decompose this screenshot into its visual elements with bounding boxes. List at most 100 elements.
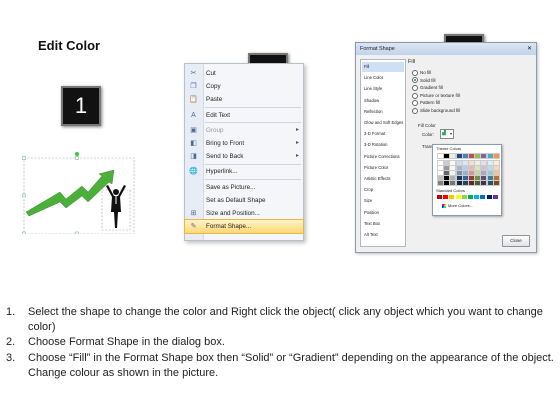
category-alt-text[interactable]: Alt Text xyxy=(364,230,404,240)
edit-text-icon: A xyxy=(191,111,196,119)
menu-item-group[interactable]: ▣ Group ▸ xyxy=(185,124,303,137)
menu-item-label: Copy xyxy=(206,83,221,91)
menu-item-format-shape[interactable]: ✎ Format Shape... xyxy=(184,219,304,235)
context-menu: ✂ Cut ❐ Copy 📋 Paste A Edit Text ▣ Group ▸ ◧ Bring t… xyxy=(184,63,304,241)
step-number: 1. xyxy=(6,306,16,318)
fill-option-no-fill[interactable]: No fill xyxy=(412,69,431,76)
submenu-arrow-icon: ▸ xyxy=(295,126,299,133)
more-colors-option[interactable]: More Colors... xyxy=(442,203,473,209)
standard-color-swatch[interactable] xyxy=(474,195,480,199)
standard-color-swatch[interactable] xyxy=(480,195,486,199)
menu-item-label: Edit Text xyxy=(206,111,231,119)
radio-button[interactable] xyxy=(412,100,418,107)
category-fill[interactable]: Fill xyxy=(362,62,404,72)
menu-item-label: Send to Back xyxy=(206,153,244,161)
instruction-step: 3. Choose “Fill” in the Format Shape box … xyxy=(6,351,556,381)
menu-item-size-and-position[interactable]: ⊞ Size and Position... xyxy=(185,207,303,220)
category-3-d-format[interactable]: 3-D Format xyxy=(364,129,404,139)
menu-item-edit-text[interactable]: A Edit Text xyxy=(185,109,303,122)
category-line-style[interactable]: Line Style xyxy=(364,84,404,94)
category-position[interactable]: Position xyxy=(364,208,404,218)
dialog-title: Format Shape xyxy=(360,46,395,52)
standard-color-swatch[interactable] xyxy=(492,195,498,199)
step-number: 2. xyxy=(6,336,16,349)
theme-color-swatch[interactable] xyxy=(492,180,500,186)
close-icon[interactable]: ✕ xyxy=(527,43,532,55)
fill-option-label: Solid fill xyxy=(420,77,436,83)
menu-item-label: Group xyxy=(206,126,224,134)
submenu-arrow-icon: ▸ xyxy=(295,153,299,160)
fill-heading: Fill xyxy=(408,59,416,65)
fill-option-label: Pattern fill xyxy=(420,100,441,106)
radio-button[interactable] xyxy=(412,92,418,99)
step-text: Choose Format Shape in the dialog box. xyxy=(28,336,225,349)
selected-arrow-shape[interactable] xyxy=(20,150,140,234)
fill-option-solid-fill[interactable]: Solid fill xyxy=(412,77,436,84)
step-badge-1: 1 xyxy=(61,86,101,126)
paste-icon: 📋 xyxy=(189,96,198,104)
category-3-d-rotation[interactable]: 3-D Rotation xyxy=(364,140,404,150)
radio-button[interactable] xyxy=(412,69,418,76)
menu-item-label: Set as Default Shape xyxy=(206,196,266,204)
instructions-list: 1. Select the shape to change the color a… xyxy=(6,305,556,381)
menu-item-paste[interactable]: 📋 Paste xyxy=(185,93,303,106)
category-text-box[interactable]: Text Box xyxy=(364,219,404,229)
standard-color-swatch[interactable] xyxy=(437,195,442,199)
hyperlink-icon: 🌐 xyxy=(189,168,198,176)
standard-color-swatch[interactable] xyxy=(486,195,492,199)
fill-option-label: Slide background fill xyxy=(420,108,461,113)
standard-color-swatch[interactable] xyxy=(455,195,461,199)
menu-item-label: Hyperlink... xyxy=(206,168,238,176)
menu-item-set-as-default-shape[interactable]: Set as Default Shape xyxy=(185,194,303,207)
fill-option-gradient-fill[interactable]: Gradient fill xyxy=(412,84,443,91)
fill-option-label: No fill xyxy=(420,70,432,75)
fill-option-label: Gradient fill xyxy=(420,85,443,91)
standard-color-swatch[interactable] xyxy=(468,195,473,199)
fill-option-picture-or-texture-fill[interactable]: Picture or texture fill xyxy=(412,92,460,99)
category-size[interactable]: Size xyxy=(364,196,404,206)
theme-color-swatch[interactable] xyxy=(492,153,500,159)
menu-item-bring-to-front[interactable]: ◧ Bring to Front ▸ xyxy=(185,137,303,150)
menu-item-label: Bring to Front xyxy=(206,140,245,147)
category-picture-color[interactable]: Picture Color xyxy=(364,163,404,173)
category-artistic-effects[interactable]: Artistic Effects xyxy=(364,174,404,184)
fill-option-slide-background-fill[interactable]: Slide background fill xyxy=(412,107,460,114)
radio-button[interactable] xyxy=(412,77,418,84)
category-list: Fill Line Color Line Style Shadow Reflection… xyxy=(360,59,406,247)
send-to-back-icon: ◨ xyxy=(190,153,197,161)
slide-title: Edit Color xyxy=(38,38,101,53)
radio-button[interactable] xyxy=(412,85,418,91)
category-picture-corrections[interactable]: Picture Corrections xyxy=(364,152,404,162)
menu-item-save-as-picture[interactable]: Save as Picture... xyxy=(185,181,303,194)
paint-bucket-icon: ▟ xyxy=(442,130,446,136)
menu-item-hyperlink[interactable]: 🌐 Hyperlink... xyxy=(185,165,303,178)
radio-button[interactable] xyxy=(412,107,418,114)
color-picker-button[interactable]: ▟ ▾ xyxy=(440,129,454,139)
menu-item-label: Cut xyxy=(206,70,216,77)
menu-item-send-to-back[interactable]: ◨ Send to Back ▸ xyxy=(185,150,303,163)
category-shadow[interactable]: Shadow xyxy=(364,96,404,106)
menu-item-copy[interactable]: ❐ Copy xyxy=(185,80,303,93)
menu-item-label: Save as Picture... xyxy=(206,183,256,191)
fill-option-label: Picture or texture fill xyxy=(420,92,460,98)
bring-to-front-icon: ◧ xyxy=(190,140,197,147)
size-position-icon: ⊞ xyxy=(190,210,197,217)
category-line-color[interactable]: Line Color xyxy=(364,73,404,83)
category-crop[interactable]: Crop xyxy=(364,185,404,195)
fill-option-pattern-fill[interactable]: Pattern fill xyxy=(412,99,441,107)
standard-colors-label: Standard Colors xyxy=(436,188,465,193)
menu-item-label: Paste xyxy=(206,96,223,104)
standard-color-swatch[interactable] xyxy=(449,195,455,199)
chevron-down-icon: ▾ xyxy=(449,131,452,136)
step-text: Select the shape to change the color and… xyxy=(28,306,543,334)
close-button[interactable]: Close xyxy=(502,235,530,247)
category-reflection[interactable]: Reflection xyxy=(364,107,404,117)
standard-color-swatch[interactable] xyxy=(443,195,449,199)
submenu-arrow-icon: ▸ xyxy=(295,140,299,146)
more-colors-label: More Colors... xyxy=(448,203,474,208)
category-glow-and-soft-edges[interactable]: Glow and Soft Edges xyxy=(364,118,404,128)
standard-color-swatch[interactable] xyxy=(461,195,467,199)
copy-icon: ❐ xyxy=(190,83,197,91)
format-shape-icon: ✎ xyxy=(190,223,197,231)
menu-item-cut[interactable]: ✂ Cut xyxy=(185,67,303,80)
